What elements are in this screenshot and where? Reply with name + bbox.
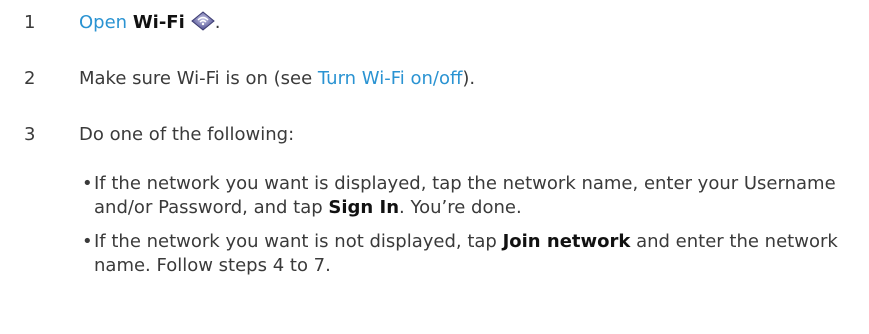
open-link[interactable]: Open	[79, 12, 127, 33]
step-suffix: ).	[462, 68, 476, 89]
step-number: 2	[24, 68, 36, 89]
wifi-app-name: Wi-Fi	[132, 12, 185, 33]
step-number: 3	[24, 124, 36, 145]
step-period: .	[214, 12, 221, 33]
bullet-glyph: •	[82, 173, 93, 194]
step-text: Do one of the following:	[79, 124, 295, 145]
turn-wifi-link[interactable]: Turn Wi-Fi on/off	[318, 68, 462, 89]
bullet-text-post: . You’re done.	[399, 197, 522, 218]
list-item: • If the network you want is not displaye…	[82, 230, 852, 278]
bullet-text-pre: If the network you want is not displayed…	[94, 231, 503, 252]
join-network-label: Join network	[502, 231, 631, 252]
wifi-app-icon	[190, 11, 215, 31]
step-text: Make sure Wi-Fi is on (see Turn Wi-Fi on…	[79, 67, 475, 91]
options-list: • If the network you want is displayed, t…	[82, 172, 852, 288]
bullet-glyph: •	[82, 231, 93, 252]
step-prefix: Make sure Wi-Fi is on (see	[79, 68, 318, 89]
step-number: 1	[24, 12, 36, 33]
sign-in-label: Sign In	[328, 197, 400, 218]
step-text: Open Wi-Fi .	[79, 11, 221, 35]
list-item: • If the network you want is displayed, t…	[82, 172, 852, 220]
